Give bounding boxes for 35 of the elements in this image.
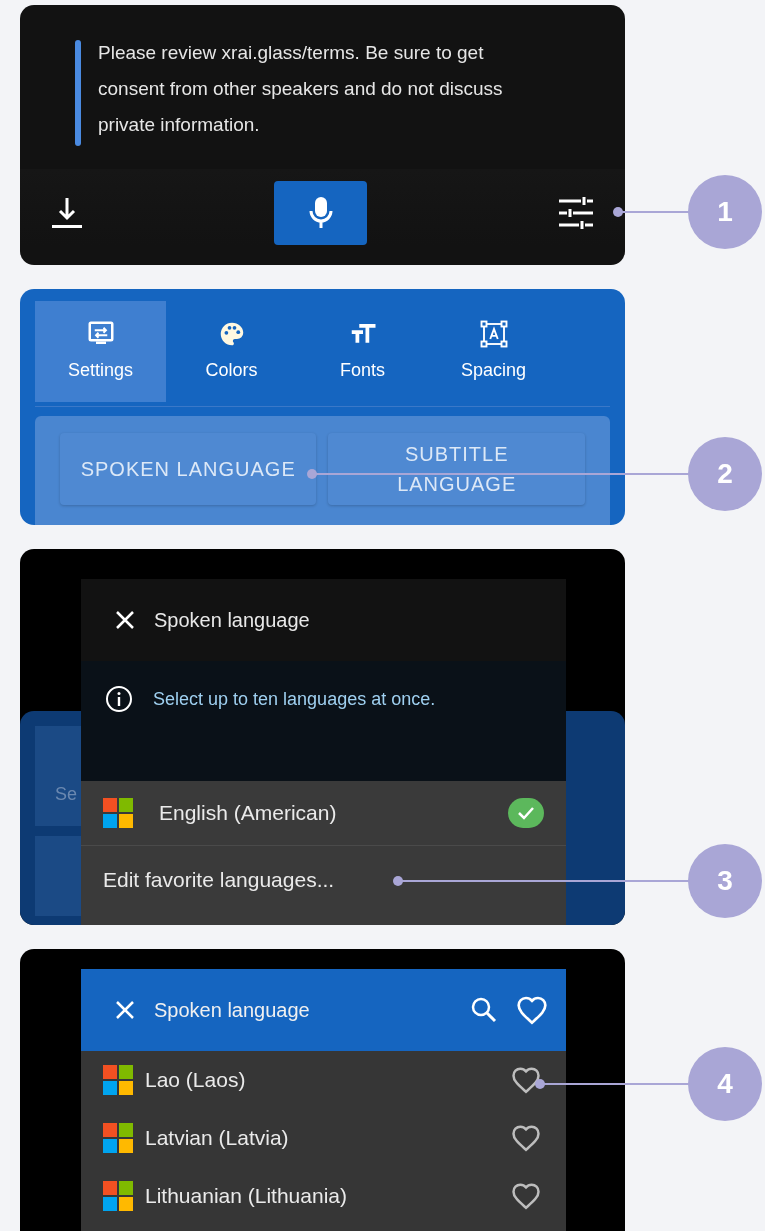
tab[interactable]: Spacing xyxy=(428,301,559,402)
language-row[interactable]: Lao (Laos) xyxy=(81,1051,566,1109)
callout-number: 2 xyxy=(688,437,762,511)
callout-number: 3 xyxy=(688,844,762,918)
info-message: Select up to ten languages at once. xyxy=(153,688,436,711)
heart-icon[interactable] xyxy=(511,1124,541,1152)
microphone-icon xyxy=(307,195,334,231)
tab[interactable]: Settings xyxy=(35,301,166,402)
windows-logo-icon xyxy=(103,1123,133,1153)
tab[interactable]: Colors xyxy=(166,301,297,402)
backdrop-text: Se xyxy=(55,783,78,806)
windows-logo-icon xyxy=(103,798,133,828)
tab[interactable]: Fonts xyxy=(297,301,428,402)
heart-icon[interactable] xyxy=(511,1182,541,1210)
windows-logo-icon xyxy=(103,1181,133,1211)
callout-number: 1 xyxy=(688,175,762,249)
language-row[interactable]: Lithuanian (Lithuania) xyxy=(81,1167,566,1225)
dialog-title: Spoken language xyxy=(154,998,311,1023)
terms-message: Please review xrai.glass/terms. Be sure to get consent from other speakers and do not discuss private information. xyxy=(98,41,504,137)
language-row[interactable]: English (American) xyxy=(81,781,566,846)
sliders-icon[interactable] xyxy=(557,196,595,230)
language-button[interactable]: SPOKEN LANGUAGE xyxy=(60,433,317,505)
language-row[interactable]: Latvian (Latvia) xyxy=(81,1109,566,1167)
dialog-title: Spoken language xyxy=(154,608,310,633)
download-icon[interactable] xyxy=(50,195,84,231)
microphone-button[interactable] xyxy=(274,181,367,245)
callout-number: 4 xyxy=(688,1047,762,1121)
search-icon[interactable] xyxy=(470,996,498,1024)
info-icon xyxy=(105,685,133,713)
text-frame-icon xyxy=(478,319,509,349)
close-icon[interactable] xyxy=(114,609,136,631)
edit-favorites-link[interactable]: Edit favorite languages... xyxy=(103,868,335,891)
windows-logo-icon xyxy=(103,1065,133,1095)
heart-icon[interactable] xyxy=(511,1066,541,1094)
language-button[interactable]: SUBTITLE LANGUAGE xyxy=(328,433,585,505)
